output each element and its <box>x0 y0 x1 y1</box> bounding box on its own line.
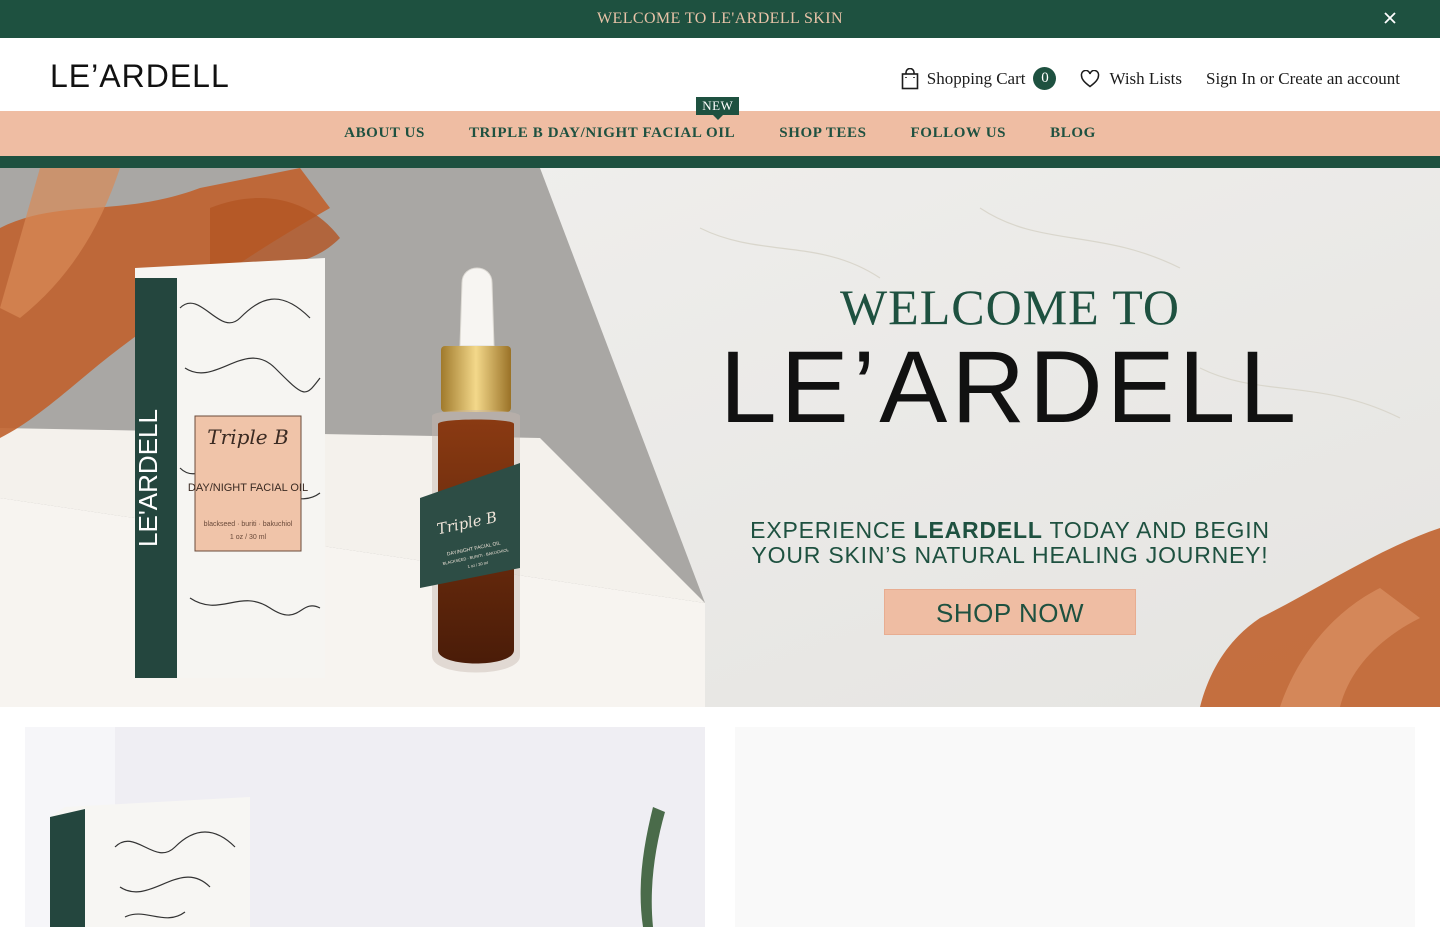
tagline-line2: YOUR SKIN’S NATURAL HEALING JOURNEY! <box>751 542 1269 569</box>
box-ingredients: blackseed · buriti · bakuchiol <box>204 521 293 528</box>
tagline-pre: EXPERIENCE <box>750 517 914 543</box>
new-badge: NEW <box>696 97 740 120</box>
heart-icon <box>1081 69 1100 87</box>
sign-in-link[interactable]: Sign In or Create an account <box>1206 69 1400 89</box>
nav-item-blog[interactable]: BLOG <box>1050 125 1096 142</box>
nav-item-follow-us[interactable]: FOLLOW US <box>911 125 1007 142</box>
cart-count-badge: 0 <box>1033 67 1057 90</box>
nav-item-about-us[interactable]: ABOUT US <box>344 125 425 142</box>
nav-divider <box>0 156 1440 168</box>
product-photo <box>25 727 705 927</box>
tagline-post: TODAY AND BEGIN <box>1042 517 1270 543</box>
nav-item-label: TRIPLE B DAY/NIGHT FACIAL OIL <box>468 125 736 141</box>
shop-now-button[interactable]: SHOP NOW <box>884 588 1136 635</box>
box-brand-text: LE'ARDELL <box>133 409 163 547</box>
tagline-brand: LEARDELL <box>913 517 1043 543</box>
cart-label: Shopping Cart <box>926 68 1026 88</box>
hero-tagline: EXPERIENCE LEARDELL TODAY AND BEGIN YOUR… <box>650 517 1370 569</box>
hero-banner[interactable]: LE'ARDELL Triple B DAY/NIGHT FACIAL OIL … <box>0 168 1440 707</box>
hero-text-block: WELCOME TO LE’ARDELL EXPERIENCE LEARDELL… <box>650 278 1370 635</box>
nav-item-shop-tees[interactable]: SHOP TEES <box>779 125 866 142</box>
hero-brand: LE’ARDELL <box>719 330 1301 444</box>
hero-welcome: WELCOME TO <box>839 279 1181 335</box>
close-icon[interactable] <box>1380 8 1400 28</box>
box-script-text: Triple B <box>207 425 288 449</box>
shopping-cart-link[interactable]: Shopping Cart 0 <box>901 67 1057 90</box>
main-nav: ABOUT US TRIPLE B DAY/NIGHT FACIAL OIL N… <box>0 97 1440 156</box>
nav-item-triple-b-oil[interactable]: TRIPLE B DAY/NIGHT FACIAL OIL NEW <box>468 97 740 142</box>
announcement-text: WELCOME TO LE'ARDELL SKIN <box>597 10 843 27</box>
box-size: 1 oz / 30 ml <box>230 534 267 541</box>
promo-cards <box>0 707 1440 927</box>
announcement-bar: WELCOME TO LE'ARDELL SKIN <box>0 0 1440 38</box>
shopping-bag-icon <box>901 67 919 89</box>
wish-lists-label: Wish Lists <box>1109 68 1182 88</box>
promo-card-product-image[interactable] <box>25 727 705 927</box>
header-actions: Shopping Cart 0 Wish Lists Sign In or Cr… <box>901 67 1400 90</box>
site-logo[interactable]: LE’ARDELL <box>50 58 230 95</box>
box-product-name: DAY/NIGHT FACIAL OIL <box>188 482 308 494</box>
promo-card-blank <box>735 727 1415 927</box>
wish-lists-link[interactable]: Wish Lists <box>1080 69 1182 89</box>
